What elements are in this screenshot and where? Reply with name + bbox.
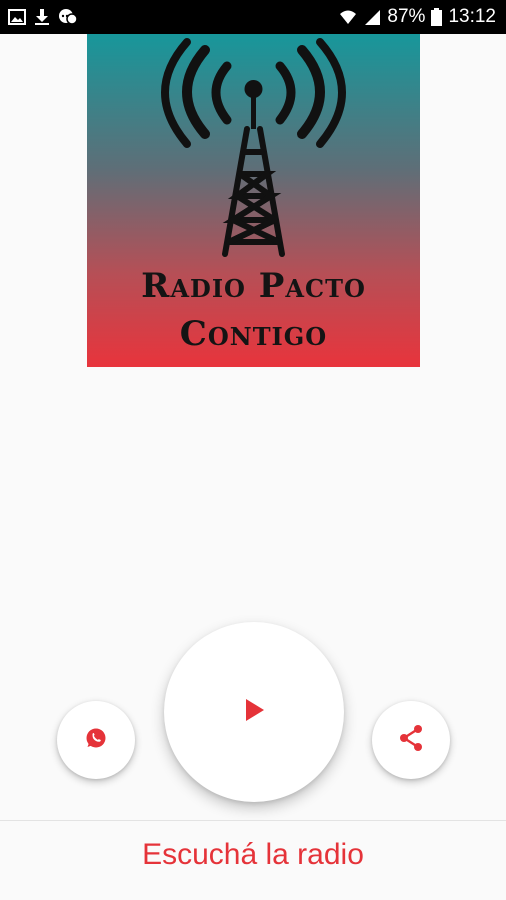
station-logo: Radio Pacto Contigo (87, 34, 420, 367)
bottom-divider (0, 820, 506, 821)
whatsapp-icon (84, 726, 108, 755)
play-icon (242, 697, 266, 728)
download-icon (34, 8, 50, 26)
signal-icon (363, 8, 381, 26)
wifi-icon (339, 8, 357, 26)
share-icon (398, 724, 424, 757)
battery-icon (431, 8, 443, 26)
status-bar-left (8, 8, 78, 26)
share-button[interactable] (372, 701, 450, 779)
clock: 13:12 (448, 6, 496, 27)
chat-icon (58, 8, 78, 26)
play-button[interactable] (164, 622, 344, 802)
image-icon (8, 9, 26, 25)
status-bar-right: 87% 13:12 (339, 6, 496, 28)
logo-title-line1: Radio Pacto (141, 266, 366, 306)
battery-percent: 87% (387, 6, 426, 27)
listen-label: Escuchá la radio (142, 838, 364, 871)
logo-title-line2: Contigo (179, 314, 328, 354)
status-bar: 87% 13:12 (0, 0, 506, 34)
whatsapp-button[interactable] (57, 701, 135, 779)
